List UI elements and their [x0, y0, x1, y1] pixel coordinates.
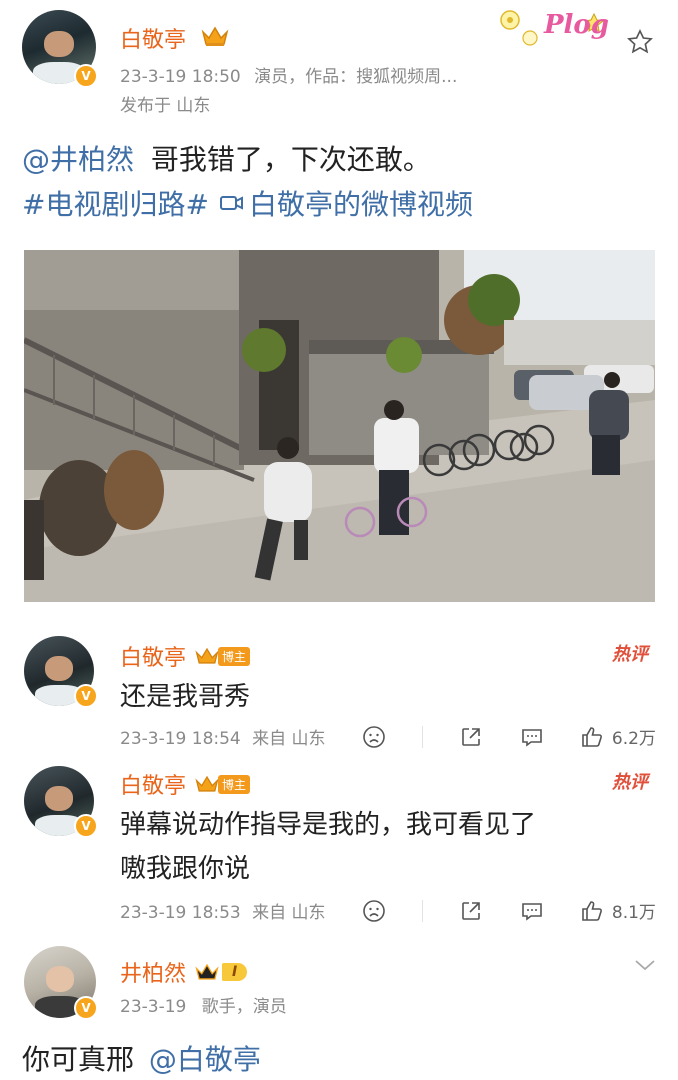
divider — [422, 899, 424, 922]
post-meta: 演员，作品：搜狐视频周... — [254, 67, 458, 87]
comment-time: 23-3-19 18:53 — [120, 903, 241, 923]
reply-text-row: 你可真邢 @白敬亭 — [22, 1038, 261, 1078]
comment-location: 来自 山东 — [252, 729, 326, 749]
comment-icon[interactable] — [520, 725, 544, 749]
crown-icon — [195, 963, 219, 980]
avatar-face — [44, 30, 74, 58]
level-badge: I — [222, 963, 248, 981]
blogger-badge: 博主 — [218, 774, 251, 794]
comment-time-location: 23-3-19 18:53 来自 山东 — [120, 898, 326, 923]
dislike-face-icon[interactable] — [362, 899, 386, 923]
post-text-line2: #电视剧归路# 白敬亭的微博视频 — [22, 183, 473, 223]
share-icon[interactable] — [459, 725, 483, 749]
comment-text-line1: 弹幕说动作指导是我的，我可看见了 — [120, 810, 537, 840]
video-icon — [219, 196, 243, 210]
avatar-face — [45, 655, 73, 681]
comment-location: 来自 山东 — [252, 903, 326, 923]
video-link[interactable]: 白敬亭的微博视频 — [249, 183, 473, 223]
hot-comment-label: 热评 — [612, 644, 648, 665]
video-thumbnail[interactable] — [24, 250, 655, 602]
plog-sticker: Plog — [494, 4, 616, 54]
comment-footer: 23-3-19 18:54 来自 山东 6.2万 — [120, 724, 656, 749]
mention-link[interactable]: @井柏然 — [22, 143, 134, 176]
verified-badge-icon: V — [74, 814, 98, 838]
crown-icon — [195, 775, 219, 792]
crown-icon — [195, 647, 219, 664]
post-location: 发布于 山东 — [120, 96, 211, 116]
blogger-badge: 博主 — [218, 646, 251, 666]
dislike-face-icon[interactable] — [362, 725, 386, 749]
like-count: 8.1万 — [611, 903, 656, 923]
thumbs-up-icon — [582, 900, 602, 921]
comment-text: 还是我哥秀 — [120, 682, 251, 712]
hashtag-link[interactable]: #电视剧归路# — [22, 183, 209, 223]
reply-meta-row: 23-3-19 歌手，演员 — [120, 992, 287, 1017]
comment-footer: 23-3-19 18:53 来自 山东 8.1万 — [120, 898, 656, 923]
plog-text: Plog — [544, 10, 609, 40]
avatar-face — [45, 966, 75, 993]
post-text-line1: @井柏然 哥我错了，下次还敢。 — [22, 138, 431, 178]
divider — [422, 725, 424, 748]
comment-time: 23-3-19 18:54 — [120, 729, 241, 749]
post-meta-row: 23-3-19 18:50 演员，作品：搜狐视频周... — [120, 62, 457, 87]
reply-author-name[interactable]: 井柏然 — [120, 956, 186, 988]
reply-text: 你可真邢 — [22, 1043, 135, 1076]
reply-author-row: 井柏然 I — [120, 956, 248, 988]
verified-badge-icon: V — [74, 64, 98, 88]
like-button[interactable]: 6.2万 — [580, 724, 656, 749]
reply-time: 23-3-19 — [120, 997, 187, 1017]
favorite-star-icon[interactable] — [626, 28, 654, 56]
hot-comment-label: 热评 — [612, 772, 648, 793]
thumbs-up-icon — [582, 726, 602, 747]
comment-text-line2: 嗷我跟你说 — [120, 854, 251, 884]
comment-icon[interactable] — [520, 899, 544, 923]
comment-author-name[interactable]: 白敬亭 — [120, 768, 186, 800]
like-count: 6.2万 — [611, 729, 656, 749]
post-author-name[interactable]: 白敬亭 — [120, 22, 186, 54]
chevron-down-icon[interactable] — [634, 958, 656, 972]
post-time: 23-3-19 18:50 — [120, 67, 241, 87]
comment-author-name[interactable]: 白敬亭 — [120, 640, 186, 672]
post-text: 哥我错了，下次还敢。 — [150, 143, 431, 176]
share-icon[interactable] — [459, 899, 483, 923]
reply-meta: 歌手，演员 — [201, 997, 287, 1017]
like-button[interactable]: 8.1万 — [580, 898, 656, 923]
verified-badge-icon: V — [74, 996, 98, 1020]
comment-author-row: 白敬亭 博主 — [120, 640, 251, 672]
comment-time-location: 23-3-19 18:54 来自 山东 — [120, 724, 326, 749]
avatar-face — [45, 785, 73, 811]
mention-link[interactable]: @白敬亭 — [149, 1043, 261, 1076]
verified-badge-icon: V — [74, 684, 98, 708]
crown-icon — [201, 26, 229, 46]
video-scene — [24, 250, 655, 602]
comment-author-row: 白敬亭 博主 — [120, 768, 251, 800]
